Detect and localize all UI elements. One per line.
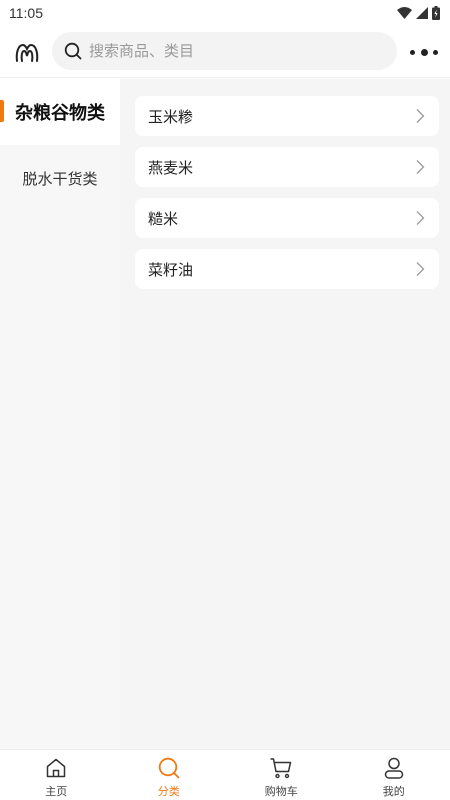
category-sidebar: 杂粮谷物类 脱水干货类 — [0, 79, 120, 749]
status-time: 11:05 — [9, 5, 43, 21]
search-icon — [64, 42, 82, 60]
list-item[interactable]: 燕麦米 — [135, 147, 439, 187]
tab-home[interactable]: 主页 — [0, 750, 113, 800]
list-item[interactable]: 糙米 — [135, 198, 439, 238]
more-dot — [410, 49, 415, 55]
tab-category[interactable]: 分类 — [113, 750, 226, 800]
tab-label: 购物车 — [264, 785, 298, 798]
tab-label: 我的 — [382, 785, 405, 798]
sidebar-item-dried-goods[interactable]: 脱水干货类 — [0, 145, 120, 211]
sidebar-item-grains[interactable]: 杂粮谷物类 — [0, 79, 120, 145]
header — [0, 26, 450, 78]
home-icon — [47, 758, 66, 778]
cart-icon — [270, 758, 292, 779]
chevron-right-icon — [416, 160, 425, 174]
chevron-right-icon — [416, 262, 425, 276]
more-button[interactable] — [410, 42, 438, 62]
tab-profile[interactable]: 我的 — [338, 750, 450, 800]
more-dot — [420, 48, 428, 56]
list-item-label: 玉米糁 — [148, 107, 194, 126]
list-item-label: 燕麦米 — [148, 158, 194, 177]
tab-cart[interactable]: 购物车 — [225, 750, 338, 800]
status-bar: 11:05 — [0, 0, 450, 26]
sidebar-item-label: 杂粮谷物类 — [15, 103, 105, 124]
sidebar-item-label: 脱水干货类 — [22, 169, 98, 188]
tab-label: 主页 — [45, 785, 68, 798]
search-box[interactable] — [52, 32, 397, 70]
bottom-tab-bar: 主页 分类 购物车 我的 — [0, 749, 450, 800]
wifi-icon — [397, 7, 412, 19]
signal-icon — [416, 7, 428, 19]
chevron-right-icon — [416, 211, 425, 225]
tab-label: 分类 — [157, 785, 180, 798]
list-item-label: 糙米 — [148, 209, 179, 228]
more-dot — [433, 49, 438, 55]
list-item[interactable]: 菜籽油 — [135, 249, 439, 289]
list-item[interactable]: 玉米糁 — [135, 96, 439, 136]
search-input[interactable] — [89, 32, 397, 70]
user-icon — [384, 757, 403, 779]
battery-icon — [432, 6, 440, 20]
status-icons — [397, 6, 440, 20]
category-search-icon — [158, 757, 180, 779]
subcategory-list: 玉米糁 燕麦米 糙米 菜籽油 — [120, 79, 450, 749]
list-item-label: 菜籽油 — [148, 260, 194, 279]
logo-icon[interactable] — [14, 39, 40, 65]
chevron-right-icon — [416, 109, 425, 123]
